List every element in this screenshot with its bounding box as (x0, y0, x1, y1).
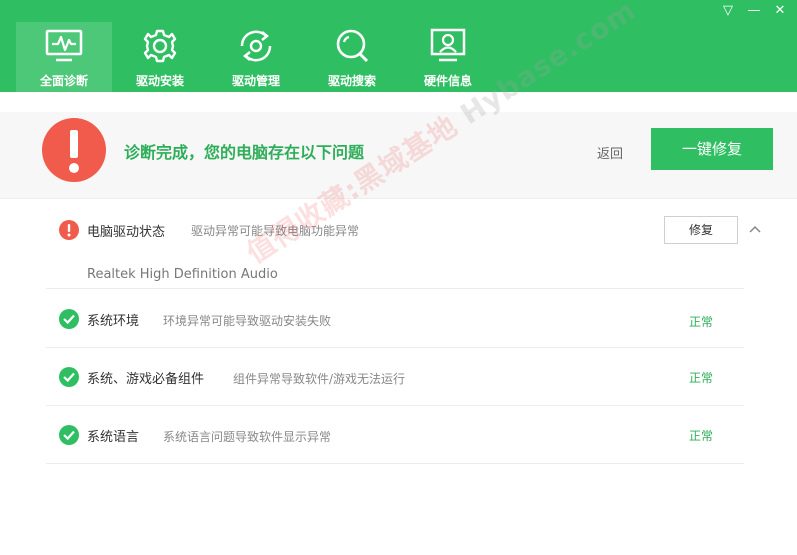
problem-device-name: Realtek High Definition Audio (87, 267, 278, 282)
divider (46, 288, 744, 289)
nav-label: 全面诊断 (39, 74, 88, 88)
nav-driver-install[interactable]: 驱动安装 (112, 22, 208, 92)
monitor-pulse-icon (45, 29, 83, 62)
back-link[interactable]: 返回 (597, 143, 623, 162)
nav-label: 驱动管理 (231, 74, 280, 88)
diagnosis-result-title: 诊断完成，您的电脑存在以下问题 (124, 143, 365, 162)
item-name: 电脑驱动状态 (87, 225, 166, 240)
item-description: 驱动异常可能导致电脑功能异常 (191, 224, 360, 238)
minimize-button[interactable]: — (741, 2, 767, 20)
window-controls: ▽ — ✕ (715, 2, 793, 20)
gear-icon (143, 29, 177, 63)
top-header: ▽ — ✕ 全面诊断 驱动安装 驱动管理 驱动搜索 硬件信息 (0, 0, 797, 92)
search-icon (336, 29, 369, 63)
status-normal: 正常 (689, 315, 714, 329)
nav-driver-manage[interactable]: 驱动管理 (208, 22, 304, 92)
one-click-fix-button[interactable]: 一键修复 (651, 128, 773, 170)
menu-dropdown-icon[interactable]: ▽ (715, 2, 741, 20)
check-icon (59, 309, 79, 329)
monitor-person-icon (430, 28, 466, 62)
repair-button[interactable]: 修复 (664, 216, 738, 244)
nav-label: 驱动搜索 (327, 74, 376, 88)
item-name: 系统、游戏必备组件 (87, 372, 205, 387)
status-normal: 正常 (689, 429, 714, 443)
alert-icon (42, 118, 106, 182)
diagnosis-result-banner: 诊断完成，您的电脑存在以下问题 返回 一键修复 (0, 112, 797, 199)
close-button[interactable]: ✕ (767, 2, 793, 20)
check-icon (59, 425, 79, 445)
nav-label: 硬件信息 (423, 74, 472, 88)
refresh-gear-icon (240, 30, 272, 62)
divider (46, 347, 744, 348)
nav-hardware-info[interactable]: 硬件信息 (400, 22, 496, 92)
item-description: 组件异常导致软件/游戏无法运行 (233, 372, 406, 386)
item-name: 系统语言 (87, 430, 140, 445)
nav-label: 驱动安装 (135, 74, 184, 88)
chevron-up-icon[interactable] (748, 222, 762, 236)
item-name: 系统环境 (87, 314, 140, 329)
nav-driver-search[interactable]: 驱动搜索 (304, 22, 400, 92)
check-icon (59, 367, 79, 387)
divider (46, 463, 744, 464)
item-description: 系统语言问题导致软件显示异常 (163, 430, 332, 444)
status-normal: 正常 (689, 371, 714, 385)
item-description: 环境异常可能导致驱动安装失败 (163, 314, 332, 328)
divider (46, 405, 744, 406)
error-icon (59, 220, 79, 240)
nav-full-diagnosis[interactable]: 全面诊断 (16, 22, 112, 92)
main-nav: 全面诊断 驱动安装 驱动管理 驱动搜索 硬件信息 (16, 22, 496, 92)
